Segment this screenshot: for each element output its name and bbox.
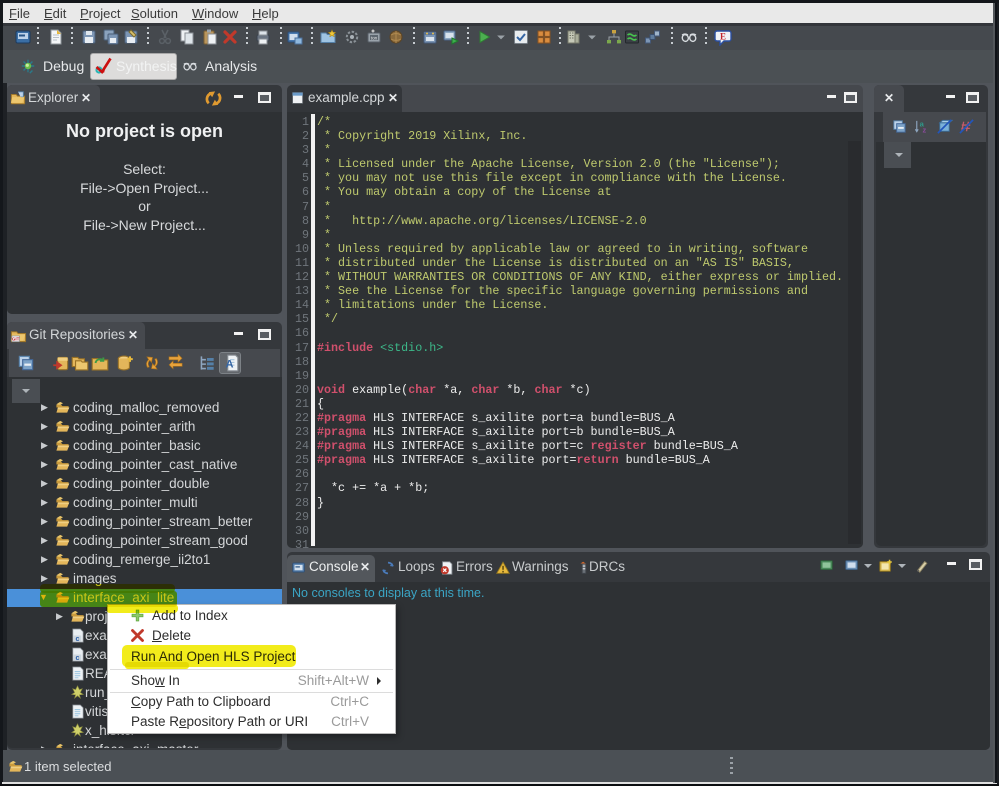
- svg-text:GIT: GIT: [12, 337, 20, 342]
- svg-text:z: z: [922, 126, 926, 135]
- svg-text:c: c: [76, 655, 80, 662]
- svg-text:E: E: [720, 32, 726, 42]
- svg-text:A: A: [226, 358, 234, 370]
- svg-text:c: c: [76, 636, 80, 643]
- svg-text:ton: ton: [371, 36, 378, 41]
